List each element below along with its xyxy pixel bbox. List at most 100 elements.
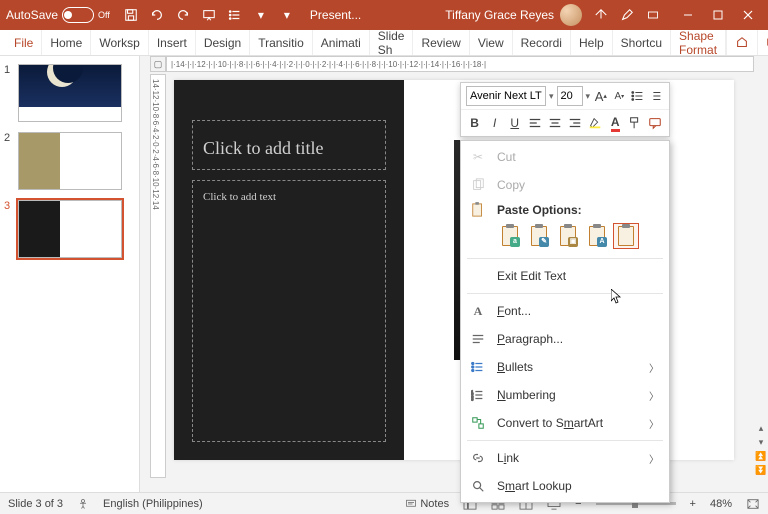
present-icon[interactable] xyxy=(198,4,220,26)
menu-bullets[interactable]: Bullets 〉 xyxy=(461,353,669,381)
slide-thumbnail-1[interactable] xyxy=(18,64,122,122)
paste-picture[interactable]: ▣ xyxy=(555,223,581,249)
user-account[interactable]: Tiffany Grace Reyes xyxy=(445,4,582,26)
svg-text:3: 3 xyxy=(471,396,474,401)
slide-edit-area: ▢ |·14·|·|·12·|·|·10·|·|·8·|·|·6·|·|·4·|… xyxy=(140,56,768,492)
tab-shortcuts[interactable]: Shortcu xyxy=(613,30,671,55)
tab-home[interactable]: Home xyxy=(42,30,91,55)
paste-options-row: a ✎ ▣ A xyxy=(461,221,669,255)
scroll-up-icon[interactable]: ▴ xyxy=(755,422,767,434)
align-right-icon[interactable] xyxy=(566,113,583,133)
menu-paragraph[interactable]: Paragraph... xyxy=(461,325,669,353)
vertical-ruler[interactable]: 14·12·10·8·6·4·2·0·2·4·6·8·10·12·14 xyxy=(150,74,166,478)
minimize-button[interactable] xyxy=(674,4,702,26)
chevron-right-icon: 〉 xyxy=(649,360,659,375)
highlight-icon[interactable] xyxy=(587,113,604,133)
menu-exit-edit-text[interactable]: Exit Edit Text xyxy=(461,262,669,290)
format-painter-icon[interactable] xyxy=(627,113,644,133)
paragraph-icon xyxy=(469,332,487,346)
menu-convert-smartart[interactable]: Convert to SmartArt 〉 xyxy=(461,409,669,437)
thumb-number: 3 xyxy=(4,200,14,258)
more-qat-icon[interactable]: ▾ xyxy=(276,4,298,26)
new-comment-icon[interactable] xyxy=(647,113,664,133)
pen-icon[interactable] xyxy=(616,4,638,26)
tab-help[interactable]: Help xyxy=(571,30,613,55)
comments-button[interactable] xyxy=(757,30,768,55)
font-color-icon[interactable]: A xyxy=(607,113,624,133)
tab-shape-format[interactable]: Shape Format xyxy=(671,30,726,55)
language-indicator[interactable]: English (Philippines) xyxy=(103,498,203,510)
bold-icon[interactable]: B xyxy=(466,113,483,133)
scroll-down-icon[interactable]: ▾ xyxy=(755,436,767,448)
tab-transitions[interactable]: Transitio xyxy=(250,30,313,55)
share-button[interactable] xyxy=(726,30,757,55)
sort-icon[interactable]: ▾ xyxy=(250,4,272,26)
tab-recording[interactable]: Recordi xyxy=(513,30,571,55)
chevron-right-icon: 〉 xyxy=(649,416,659,431)
bullets-menu-icon xyxy=(469,360,487,374)
menu-paste-header: Paste Options: xyxy=(461,199,669,221)
save-icon[interactable] xyxy=(120,4,142,26)
menu-font[interactable]: A FFont...ont... xyxy=(461,297,669,325)
decrease-font-icon[interactable]: A▾ xyxy=(612,86,627,106)
underline-icon[interactable]: U xyxy=(506,113,523,133)
paste-special[interactable] xyxy=(613,223,639,249)
paste-keep-text-only[interactable]: A xyxy=(584,223,610,249)
align-left-icon[interactable] xyxy=(526,113,543,133)
menu-smart-lookup[interactable]: Smart Lookup xyxy=(461,472,669,500)
body-placeholder[interactable]: Click to add text xyxy=(192,180,386,442)
vertical-scrollbar[interactable]: ▴ ▾ ⏫ ⏬ xyxy=(754,74,768,478)
tab-file[interactable]: File xyxy=(6,30,42,55)
menu-link[interactable]: Link 〉 xyxy=(461,444,669,472)
slide-left-panel: Click to add title Click to add text xyxy=(174,80,404,460)
menu-copy: Copy xyxy=(461,171,669,199)
mini-toolbar: ▾ ▾ A▴ A▾ B I U A xyxy=(460,82,670,137)
font-size-combo[interactable] xyxy=(557,86,583,106)
autosave-control[interactable]: AutoSave Off xyxy=(6,7,110,23)
share-icon[interactable] xyxy=(590,4,612,26)
horizontal-ruler[interactable]: |·14·|·|·12·|·|·10·|·|·8·|·|·6·|·|·4·|·|… xyxy=(166,56,754,72)
list-icon[interactable] xyxy=(224,4,246,26)
align-center-icon[interactable] xyxy=(546,113,563,133)
slide-thumbnail-3[interactable] xyxy=(18,200,122,258)
numbering-icon[interactable] xyxy=(649,86,664,106)
tab-slideshow[interactable]: Slide Sh xyxy=(370,30,414,55)
ribbon-display-icon[interactable] xyxy=(642,4,664,26)
close-button[interactable] xyxy=(734,4,762,26)
maximize-button[interactable] xyxy=(704,4,732,26)
zoom-in-button[interactable]: + xyxy=(690,498,696,510)
paste-icon xyxy=(469,202,487,218)
zoom-level[interactable]: 48% xyxy=(710,498,732,510)
tab-view[interactable]: View xyxy=(470,30,513,55)
tab-insert[interactable]: Insert xyxy=(149,30,196,55)
notes-button[interactable]: Notes xyxy=(405,498,449,510)
thumb-number: 2 xyxy=(4,132,14,190)
redo-icon[interactable] xyxy=(172,4,194,26)
font-family-combo[interactable] xyxy=(466,86,546,106)
paste-use-destination-theme[interactable]: a xyxy=(497,223,523,249)
accessibility-button[interactable] xyxy=(77,498,89,510)
title-placeholder[interactable]: Click to add title xyxy=(192,120,386,170)
autosave-toggle[interactable] xyxy=(62,7,94,23)
undo-icon[interactable] xyxy=(146,4,168,26)
tab-review[interactable]: Review xyxy=(413,30,469,55)
paste-keep-source-formatting[interactable]: ✎ xyxy=(526,223,552,249)
thumb-number: 1 xyxy=(4,64,14,122)
slide-indicator[interactable]: Slide 3 of 3 xyxy=(8,498,63,510)
increase-font-icon[interactable]: A▴ xyxy=(593,86,608,106)
ruler-corner[interactable]: ▢ xyxy=(150,56,166,72)
bullets-icon[interactable] xyxy=(630,86,645,106)
next-slide-icon[interactable]: ⏬ xyxy=(755,464,767,476)
copy-icon xyxy=(469,178,487,192)
tab-workspace[interactable]: Worksp xyxy=(91,30,148,55)
prev-slide-icon[interactable]: ⏫ xyxy=(755,450,767,462)
fit-to-window-icon[interactable] xyxy=(746,498,760,510)
tab-animations[interactable]: Animati xyxy=(313,30,370,55)
menu-numbering[interactable]: 123 Numbering 〉 xyxy=(461,381,669,409)
title-bar: AutoSave Off ▾ ▾ Present... Tiffany Grac… xyxy=(0,0,768,30)
tab-design[interactable]: Design xyxy=(196,30,250,55)
autosave-state: Off xyxy=(98,10,110,20)
menu-cut: ✂ Cut xyxy=(461,143,669,171)
slide-thumbnail-2[interactable] xyxy=(18,132,122,190)
italic-icon[interactable]: I xyxy=(486,113,503,133)
